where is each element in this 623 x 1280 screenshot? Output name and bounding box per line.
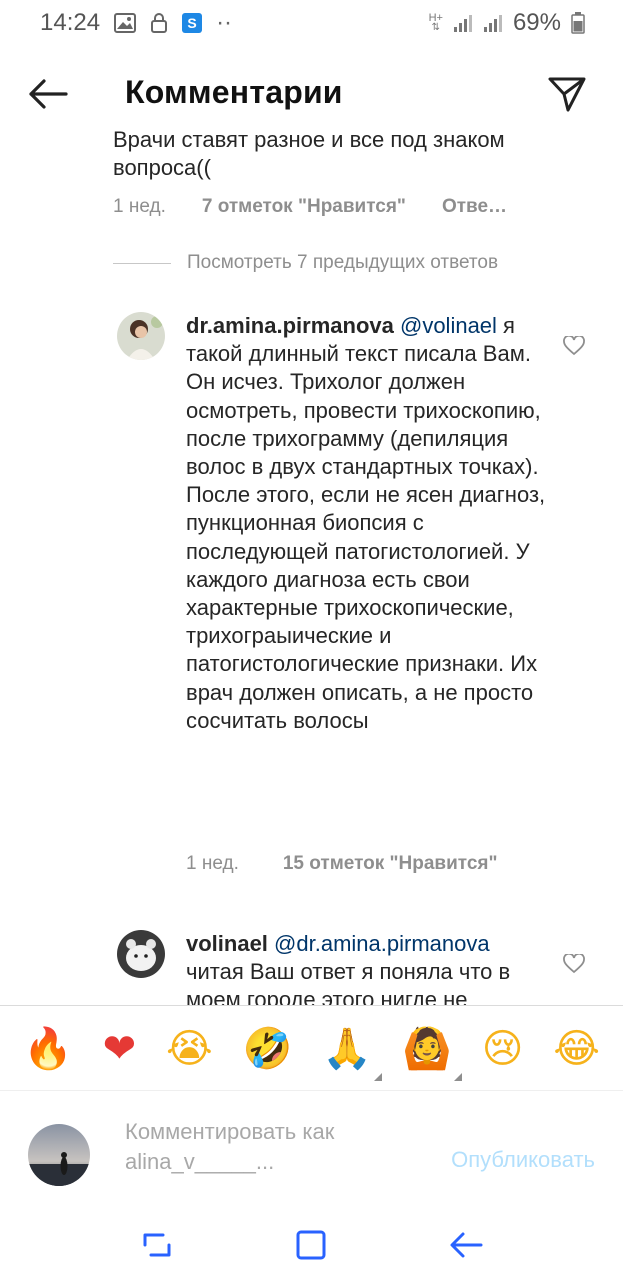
top-comment-meta: 1 нед. 7 отметок "Нравится" Отве…: [113, 196, 507, 218]
app-header: Комментарии: [0, 60, 623, 130]
paper-plane-icon: [548, 77, 586, 112]
reply-meta: 1 нед. 15 отметок "Нравится": [186, 853, 498, 875]
recent-apps-button[interactable]: [137, 1225, 177, 1265]
view-previous-replies[interactable]: Посмотреть 7 предыдущих ответов: [113, 252, 498, 274]
heart-icon: [563, 334, 585, 356]
reply-message: я такой длинный текст писала Вам. Он исч…: [186, 313, 546, 733]
top-comment-likes[interactable]: 7 отметок "Нравится": [202, 196, 406, 218]
crying-emoji-button[interactable]: 😭: [166, 1029, 213, 1069]
back-nav-button[interactable]: [446, 1225, 486, 1265]
gallery-icon: [114, 13, 137, 33]
status-time: 14:24: [40, 9, 101, 36]
s-app-icon: S: [182, 13, 203, 33]
network-type-icon: H+ ⇅: [428, 12, 443, 33]
publish-button[interactable]: Опубликовать: [451, 1147, 595, 1173]
svg-text:S: S: [187, 15, 196, 31]
arrow-left-icon: [29, 79, 68, 109]
skin-tone-indicator: [374, 1072, 383, 1081]
reply-username[interactable]: volinael: [186, 931, 268, 956]
emoji-quick-bar: 🔥 ❤ 😭 🤣 🙏 🙆 😢 😂: [0, 1005, 623, 1091]
sad-emoji-button[interactable]: 😢: [482, 1029, 524, 1069]
joy-emoji-button[interactable]: 😂: [553, 1029, 600, 1069]
skin-tone-indicator: [453, 1072, 462, 1081]
reply-message: читая Ваш ответ я поняла что в моем горо…: [186, 959, 511, 1005]
my-avatar: [28, 1124, 90, 1186]
rofl-emoji-button[interactable]: 🤣: [243, 1029, 293, 1069]
avatar[interactable]: [117, 312, 165, 360]
reply-mention[interactable]: @volinael: [400, 313, 497, 338]
battery-icon: [571, 12, 585, 34]
fire-emoji-button[interactable]: 🔥: [23, 1029, 73, 1069]
praying-hands-emoji-button[interactable]: 🙏: [322, 1025, 383, 1081]
share-button[interactable]: [545, 72, 589, 116]
battery-level: 69%: [512, 9, 561, 36]
reply-item: volinael @dr.amina.pirmanova читая Ваш о…: [117, 930, 617, 1005]
heart-icon: [563, 952, 585, 974]
back-arrow-icon: [450, 1232, 483, 1258]
heart-emoji-button[interactable]: ❤: [103, 1029, 137, 1069]
like-button[interactable]: [563, 334, 585, 356]
reply-time: 1 нед.: [186, 853, 239, 874]
comment-input[interactable]: Комментировать как alina_v_____...: [125, 1117, 415, 1177]
like-button[interactable]: [563, 952, 585, 974]
top-comment-reply-button[interactable]: Отве…: [442, 196, 507, 218]
home-icon: [296, 1230, 326, 1260]
home-button[interactable]: [291, 1225, 331, 1265]
top-comment-time: 1 нед.: [113, 196, 166, 217]
view-replies-label: Посмотреть 7 предыдущих ответов: [187, 252, 499, 273]
gesture-ok-emoji: 🙆: [402, 1025, 452, 1072]
avatar[interactable]: [117, 930, 165, 978]
recent-apps-icon: [143, 1233, 171, 1257]
signal-icon-1: [453, 13, 473, 33]
reply-item: dr.amina.pirmanova @volinael я такой дли…: [117, 312, 617, 892]
reply-text: dr.amina.pirmanova @volinael я такой дли…: [186, 312, 546, 735]
comment-composer: Комментировать как alina_v_____... Опубл…: [0, 1090, 623, 1210]
status-bar: 14:24 S ·· H+ ⇅ 69%: [0, 0, 623, 46]
status-more-dots: ··: [216, 9, 233, 36]
reply-username[interactable]: dr.amina.pirmanova: [186, 313, 394, 338]
signal-icon-2: [483, 13, 503, 33]
reply-text: volinael @dr.amina.pirmanova читая Ваш о…: [186, 930, 546, 1005]
back-button[interactable]: [26, 74, 70, 114]
praying-hands-emoji: 🙏: [322, 1025, 373, 1072]
top-comment-text: Врачи ставят разное и все под знаком воп…: [113, 127, 505, 180]
lock-icon: [150, 13, 168, 33]
comments-list[interactable]: Врачи ставят разное и все под знаком воп…: [0, 120, 623, 1005]
reply-mention[interactable]: @dr.amina.pirmanova: [274, 931, 490, 956]
divider-line: [113, 262, 171, 264]
gesture-ok-emoji-button[interactable]: 🙆: [402, 1025, 462, 1081]
reply-likes[interactable]: 15 отметок "Нравится": [283, 853, 498, 875]
page-title: Комментарии: [125, 74, 343, 110]
system-nav-bar: [0, 1210, 623, 1280]
